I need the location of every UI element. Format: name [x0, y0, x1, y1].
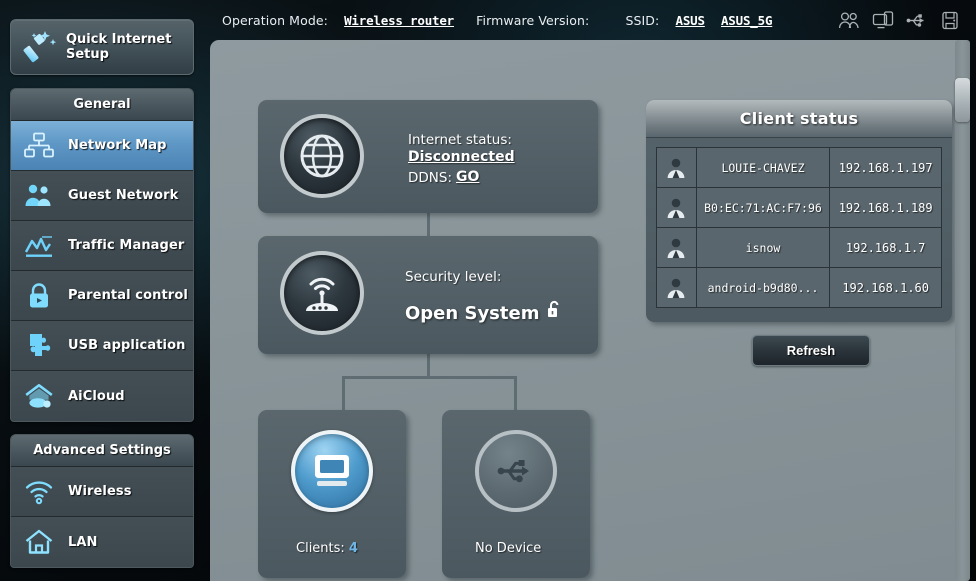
table-row[interactable]: android-b9d80... 192.168.1.60 — [656, 267, 942, 308]
user-icon — [656, 147, 697, 188]
clients-count-prefix: Clients: — [296, 541, 349, 556]
security-level-card[interactable]: Security level: Open System — [258, 236, 598, 354]
wireless-icon — [23, 476, 55, 508]
client-status-header: Client status — [646, 100, 952, 138]
network-map-icon — [23, 130, 55, 162]
top-bar: Operation Mode: Wireless router Firmware… — [0, 0, 976, 40]
main-panel: Internet status: Disconnected DDNS: GO S — [210, 40, 960, 581]
devices-icon[interactable] — [872, 10, 894, 31]
security-level-label: Security level: — [405, 269, 502, 285]
usb-icon[interactable] — [906, 10, 928, 31]
tree-line-branch-left — [342, 376, 345, 410]
internet-status-value[interactable]: Disconnected — [408, 149, 515, 165]
sidebar-item-label: Wireless — [68, 484, 132, 499]
tree-line-vertical-mid — [427, 350, 430, 378]
operation-mode-value[interactable]: Wireless router — [344, 13, 454, 28]
client-ip: 192.168.1.189 — [829, 187, 942, 228]
usb-device-label: No Device — [475, 541, 542, 556]
guest-network-icon — [23, 180, 55, 212]
tree-line-branch-right — [514, 376, 517, 410]
top-bar-info: Operation Mode: Wireless router Firmware… — [222, 13, 772, 28]
client-status-title: Client status — [739, 109, 859, 128]
operation-mode-label: Operation Mode: — [222, 13, 328, 28]
router-admin-page: Operation Mode: Wireless router Firmware… — [0, 0, 976, 581]
printer-icon[interactable] — [940, 10, 962, 31]
globe-icon — [280, 114, 364, 198]
clients-node-card[interactable]: Clients: 4 — [258, 410, 406, 578]
sidebar-item-label: Traffic Manager — [68, 238, 185, 253]
router-icon — [280, 251, 364, 335]
sidebar-item-label: Guest Network — [68, 188, 179, 203]
clients-count-value: 4 — [348, 541, 358, 556]
sidebar-item-aicloud[interactable]: AiCloud — [11, 371, 193, 421]
client-ip: 192.168.1.197 — [829, 147, 942, 188]
sidebar-item-wireless[interactable]: Wireless — [11, 467, 193, 517]
user-icon — [656, 187, 697, 228]
sidebar-item-label: LAN — [68, 534, 98, 550]
ddns-label: DDNS: — [408, 170, 453, 186]
sidebar-item-label: AiCloud — [68, 388, 125, 404]
client-name: isnow — [695, 227, 831, 268]
internet-status-label: Internet status: — [408, 132, 512, 148]
usb-application-icon — [23, 330, 55, 362]
scrollbar-thumb[interactable] — [955, 78, 970, 122]
ssid-label: SSID: — [625, 13, 660, 28]
aicloud-icon — [25, 384, 53, 408]
table-row[interactable]: B0:EC:71:AC:F7:96 192.168.1.189 — [656, 187, 942, 228]
clients-count-label: Clients: 4 — [296, 541, 358, 556]
user-icon — [656, 227, 697, 268]
sidebar-item-lan[interactable]: LAN — [11, 517, 193, 567]
table-row[interactable]: isnow 192.168.1.7 — [656, 227, 942, 268]
top-bar-icon-group — [838, 10, 962, 31]
lan-icon — [23, 526, 55, 558]
sidebar-section-general: General Network Map Guest Network Traffi… — [10, 88, 194, 422]
sidebar-item-network-map[interactable]: Network Map — [11, 121, 193, 171]
sidebar-general-header: General — [11, 89, 193, 121]
table-row[interactable]: LOUIE-CHAVEZ 192.168.1.197 — [656, 147, 942, 188]
sidebar-advanced-header: Advanced Settings — [11, 435, 193, 467]
user-icon — [656, 267, 697, 308]
firmware-version-label: Firmware Version: — [476, 13, 590, 28]
client-ip: 192.168.1.60 — [829, 267, 942, 308]
vertical-scrollbar[interactable] — [955, 40, 970, 581]
monitor-icon — [291, 430, 373, 512]
sidebar-item-label: Parental control — [68, 288, 188, 303]
sidebar-item-label: Network Map — [68, 138, 167, 153]
clients-icon[interactable] — [838, 10, 860, 31]
client-name: B0:EC:71:AC:F7:96 — [695, 187, 831, 228]
client-status-panel: Client status LOUIE-CHAVEZ 192.168.1.197… — [646, 100, 952, 322]
client-status-table: LOUIE-CHAVEZ 192.168.1.197 B0:EC:71:AC:F… — [656, 147, 942, 308]
ssid-5g-value[interactable]: ASUS_5G — [721, 13, 772, 28]
sidebar-item-traffic-manager[interactable]: Traffic Manager — [11, 221, 193, 271]
sidebar-item-parental-control[interactable]: Parental control — [11, 271, 193, 321]
sidebar-section-advanced: Advanced Settings Wireless LAN — [10, 434, 194, 568]
usb-node-card[interactable]: No Device — [442, 410, 590, 578]
internet-status-card[interactable]: Internet status: Disconnected DDNS: GO — [258, 100, 598, 213]
refresh-button[interactable]: Refresh — [752, 335, 870, 366]
tree-line-horizontal — [342, 376, 517, 379]
ddns-go-link[interactable]: GO — [456, 169, 479, 185]
ssid-24g-value[interactable]: ASUS — [676, 13, 706, 28]
client-name: LOUIE-CHAVEZ — [695, 147, 831, 188]
sidebar-item-guest-network[interactable]: Guest Network — [11, 171, 193, 221]
sidebar-item-label: USB application — [68, 338, 186, 353]
usb-icon — [475, 430, 557, 512]
sidebar-item-usb-application[interactable]: USB application — [11, 321, 193, 371]
client-ip: 192.168.1.7 — [829, 227, 942, 268]
traffic-manager-icon — [23, 230, 55, 262]
sidebar: Quick Internet Setup General Network Map — [0, 0, 210, 581]
security-level-value: Open System — [405, 303, 540, 324]
open-padlock-icon — [546, 300, 562, 324]
parental-control-icon — [23, 280, 55, 312]
client-name: android-b9d80... — [695, 267, 831, 308]
